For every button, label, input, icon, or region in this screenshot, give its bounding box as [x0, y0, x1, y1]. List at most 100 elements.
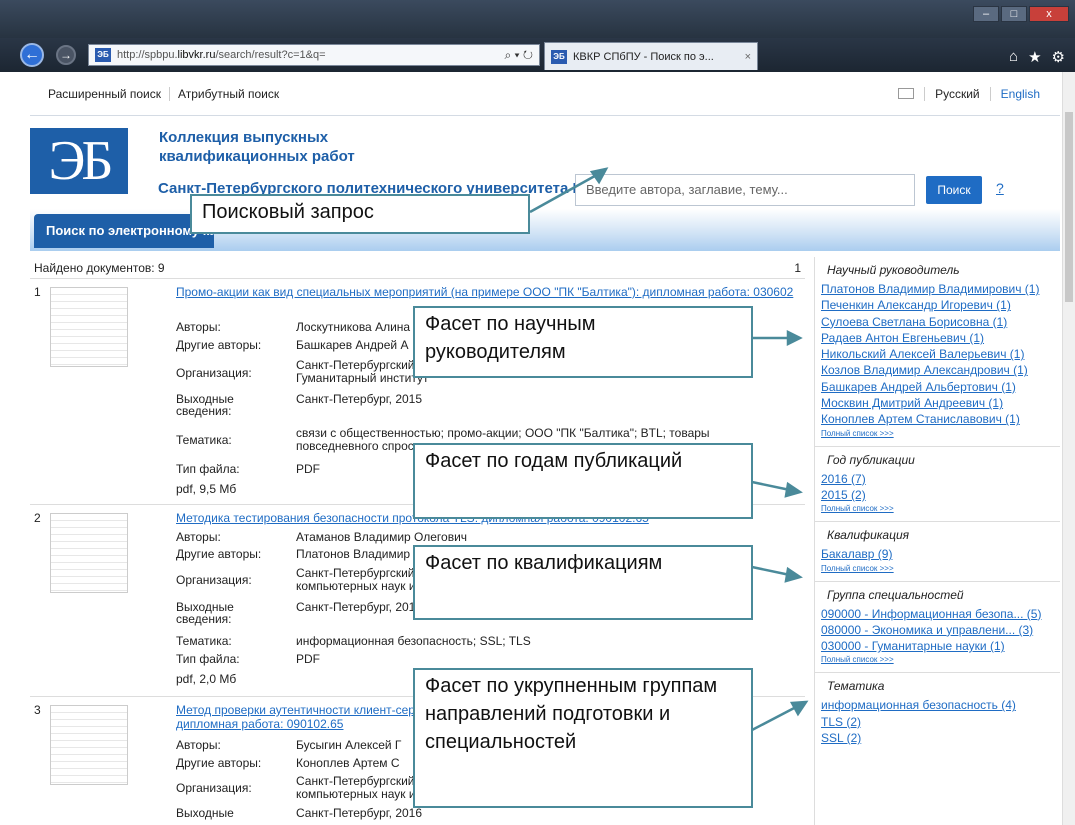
- tab-close-icon[interactable]: ×: [745, 51, 751, 63]
- field-value: связи с общественностью; промо-акции; ОО…: [296, 427, 710, 440]
- annotation-query: Поисковый запрос: [190, 194, 530, 234]
- mail-icon[interactable]: [898, 88, 915, 99]
- title-bar: [0, 0, 1075, 40]
- field-value: PDF: [296, 653, 320, 666]
- document-thumbnail[interactable]: [50, 287, 128, 367]
- tab-favicon-icon: ЭБ: [551, 49, 567, 64]
- maximize-button[interactable]: □: [1001, 6, 1027, 22]
- close-window-button[interactable]: x: [1029, 6, 1069, 22]
- field-label: Другие авторы:: [176, 756, 262, 770]
- field-value: информационная безопасность; SSL; TLS: [296, 635, 531, 648]
- facet-link[interactable]: Сулоева Светлана Борисовна (1): [821, 314, 1054, 330]
- site-favicon-icon: ЭБ: [95, 48, 111, 62]
- facet-qualification: Квалификация Бакалавр (9) Полный список …: [815, 522, 1060, 582]
- field-label: Выходные: [176, 806, 234, 820]
- result-title-link[interactable]: Промо-акции как вид специальных мероприя…: [176, 285, 796, 299]
- field-value: Санкт-Петербург, 2015: [296, 393, 423, 406]
- full-list-link[interactable]: Полный список >>>: [821, 563, 1054, 575]
- facet-link[interactable]: Бакалавр (9): [821, 546, 1054, 562]
- facet-heading: Квалификация: [821, 526, 1054, 547]
- forward-button[interactable]: →: [56, 45, 76, 65]
- collection-title-line1: Коллекция выпускных: [159, 129, 329, 146]
- lang-en-link[interactable]: English: [989, 86, 1050, 101]
- settings-gear-icon[interactable]: ⚙: [1052, 48, 1065, 66]
- facet-link[interactable]: 090000 - Информационная безопа... (5): [821, 606, 1054, 622]
- facet-link[interactable]: Козлов Владимир Александрович (1): [821, 362, 1054, 378]
- eb-logo[interactable]: ЭБ: [30, 128, 128, 194]
- facet-heading: Тематика: [821, 677, 1054, 698]
- browser-chrome: – □ x ← → ЭБ http://spbpu.libvkr.ru/sear…: [0, 0, 1075, 72]
- address-tools-icon[interactable]: ⌕ ▾ ↻: [504, 48, 533, 63]
- facet-link[interactable]: Коноплев Артем Станиславович (1): [821, 411, 1054, 427]
- tab-catalog-search[interactable]: Поиск по электронному каталогу: [34, 214, 214, 248]
- field-label: Другие авторы:: [176, 338, 262, 352]
- annotation-supervisors: Фасет по научным руководителям: [413, 306, 753, 378]
- facet-heading: Группа специальностей: [821, 585, 1054, 606]
- field-label: Тематика:: [176, 433, 232, 447]
- field-label: Тематика:: [176, 634, 232, 648]
- field-label: Авторы:: [176, 530, 221, 544]
- screenshot-root: – □ x ← → ЭБ http://spbpu.libvkr.ru/sear…: [0, 0, 1075, 825]
- field-label: Организация:: [176, 573, 252, 587]
- minimize-button[interactable]: –: [973, 6, 999, 22]
- top-navigation: Расширенный поиск Атрибутный поиск Русск…: [30, 72, 1060, 116]
- facet-link[interactable]: информационная безопасность (4): [821, 697, 1054, 713]
- page-scrollbar[interactable]: [1062, 72, 1075, 825]
- facet-link[interactable]: Башкарев Андрей Альбертович (1): [821, 379, 1054, 395]
- facet-year: Год публикации 2016 (7) 2015 (2) Полный …: [815, 447, 1060, 523]
- search-button[interactable]: Поиск: [926, 176, 982, 204]
- tab-title: КВКР СПбПУ - Поиск по э...: [573, 50, 714, 63]
- facet-link[interactable]: Платонов Владимир Владимирович (1): [821, 281, 1054, 297]
- full-list-link[interactable]: Полный список >>>: [821, 503, 1054, 515]
- facet-link[interactable]: Радаев Антон Евгеньевич (1): [821, 330, 1054, 346]
- field-value: Атаманов Владимир Олегович: [296, 531, 468, 544]
- page-number[interactable]: 1: [794, 261, 801, 275]
- facet-heading: Научный руководитель: [821, 261, 1054, 281]
- facet-topic: Тематика информационная безопасность (4)…: [815, 673, 1060, 752]
- field-label: Тип файла:: [176, 462, 240, 476]
- field-label: сведения:: [176, 404, 232, 418]
- lang-switcher: Русский English: [898, 86, 1050, 101]
- facet-link[interactable]: 2015 (2): [821, 487, 1054, 503]
- result-number: 3: [34, 703, 41, 717]
- document-thumbnail[interactable]: [50, 513, 128, 593]
- result-number: 1: [34, 285, 41, 299]
- attribute-search-link[interactable]: Атрибутный поиск: [170, 87, 287, 101]
- full-list-link[interactable]: Полный список >>>: [821, 654, 1054, 666]
- file-size: pdf, 2,0 Мб: [176, 672, 237, 686]
- address-bar[interactable]: ЭБ http://spbpu.libvkr.ru/search/result?…: [88, 44, 540, 66]
- facet-link[interactable]: TLS (2): [821, 714, 1054, 730]
- facet-specialty-group: Группа специальностей 090000 - Информаци…: [815, 582, 1060, 674]
- field-label: Организация:: [176, 366, 252, 380]
- full-list-link[interactable]: Полный список >>>: [821, 428, 1054, 440]
- advanced-search-link[interactable]: Расширенный поиск: [40, 86, 170, 101]
- facet-link[interactable]: 080000 - Экономика и управлени... (3): [821, 622, 1054, 638]
- facet-link[interactable]: Печенкин Александр Игоревич (1): [821, 297, 1054, 313]
- field-value: Санкт-Петербург, 2016: [296, 807, 423, 820]
- help-link[interactable]: ?: [996, 180, 1004, 196]
- facet-heading: Год публикации: [821, 450, 1054, 471]
- back-button[interactable]: ←: [20, 43, 44, 67]
- field-label: Другие авторы:: [176, 547, 262, 561]
- facet-link[interactable]: 030000 - Гуманитарные науки (1): [821, 638, 1054, 654]
- collection-title: Коллекция выпускных квалификационных раб…: [159, 128, 355, 166]
- scrollbar-thumb[interactable]: [1065, 112, 1073, 302]
- favorites-star-icon[interactable]: ★: [1028, 48, 1041, 66]
- site-header: ЭБ Коллекция выпускных квалификационных …: [30, 116, 1060, 216]
- collection-title-line2: квалификационных работ: [159, 148, 355, 165]
- field-label: Авторы:: [176, 738, 221, 752]
- window-controls: – □ x: [973, 6, 1069, 22]
- field-label: Тип файла:: [176, 652, 240, 666]
- lang-ru-link[interactable]: Русский: [924, 86, 990, 101]
- document-thumbnail[interactable]: [50, 705, 128, 785]
- browser-tab[interactable]: ЭБ КВКР СПбПУ - Поиск по э... ×: [544, 42, 758, 70]
- facet-link[interactable]: 2016 (7): [821, 471, 1054, 487]
- field-label: Организация:: [176, 781, 252, 795]
- annotation-years: Фасет по годам публикаций: [413, 443, 753, 519]
- facet-link[interactable]: Никольский Алексей Валерьевич (1): [821, 346, 1054, 362]
- search-input[interactable]: Введите автора, заглавие, тему...: [575, 174, 915, 206]
- facet-link[interactable]: SSL (2): [821, 730, 1054, 746]
- facet-link[interactable]: Москвин Дмитрий Андреевич (1): [821, 395, 1054, 411]
- home-icon[interactable]: ⌂: [1009, 48, 1018, 66]
- found-count: Найдено документов: 9: [34, 260, 165, 275]
